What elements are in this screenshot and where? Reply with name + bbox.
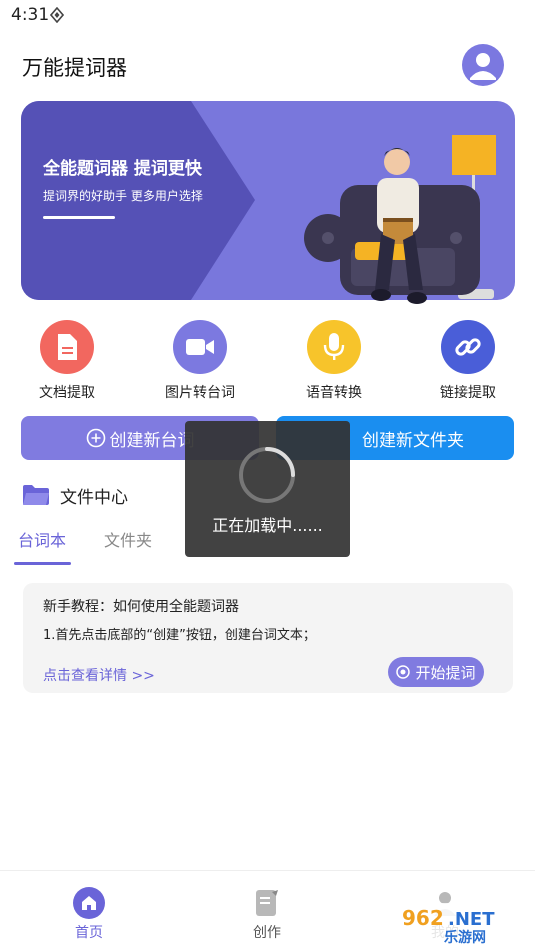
spinner-icon — [239, 447, 295, 503]
home-icon — [72, 886, 106, 920]
banner-subtitle: 提词界的好助手 更多用户选择 — [43, 189, 203, 203]
app-title: 万能提词器 — [22, 56, 127, 80]
microphone-icon — [307, 320, 361, 374]
status-time: 4:31 — [11, 5, 50, 25]
feature-label: 图片转台词 — [165, 385, 235, 401]
active-tab-indicator — [14, 562, 71, 565]
loading-text: 正在加载中...... — [212, 516, 323, 535]
banner-title: 全能题词器 提词更快 — [43, 159, 202, 179]
document-icon — [40, 320, 94, 374]
view-details-link[interactable]: 点击查看详情 >> — [43, 665, 155, 685]
feature-link-extract[interactable]: 链接提取 — [413, 320, 523, 401]
feature-label: 文档提取 — [39, 385, 95, 401]
start-prompter-button[interactable]: 开始提词 — [388, 657, 484, 687]
banner-divider — [43, 216, 115, 219]
video-camera-icon — [173, 320, 227, 374]
file-center-header: 文件中心 — [22, 482, 128, 508]
edit-document-icon — [250, 886, 284, 920]
feature-document-extract[interactable]: 文档提取 — [12, 320, 122, 401]
start-prompter-label: 开始提词 — [415, 663, 476, 682]
feature-label: 链接提取 — [440, 385, 496, 401]
file-center-title: 文件中心 — [60, 487, 128, 508]
nav-create[interactable]: 创作 — [222, 871, 312, 942]
create-script-label: 创建新台词 — [109, 430, 195, 451]
status-bar: 4:31 — [0, 0, 535, 30]
nav-home[interactable]: 首页 — [44, 871, 134, 942]
svg-text:962: 962 — [402, 906, 444, 930]
avatar-button[interactable] — [462, 44, 504, 86]
plus-circle-icon — [86, 428, 105, 448]
location-diamond-icon — [50, 7, 64, 23]
card-title: 新手教程：如何使用全能题词器 — [43, 599, 239, 615]
feature-label: 语音转换 — [306, 385, 362, 401]
loading-dialog: 正在加载中...... — [185, 421, 350, 557]
link-icon — [441, 320, 495, 374]
nav-home-label: 首页 — [75, 925, 103, 941]
svg-text:.NET: .NET — [448, 909, 495, 930]
feature-voice-convert[interactable]: 语音转换 — [279, 320, 389, 401]
folder-icon — [23, 485, 49, 505]
person-on-sofa-illustration — [304, 135, 496, 304]
tab-scripts[interactable]: 台词本 — [18, 527, 66, 551]
watermark-logo: 962 .NET 乐游网 — [398, 903, 533, 946]
tab-folders[interactable]: 文件夹 — [104, 527, 152, 551]
nav-create-label: 创作 — [253, 925, 281, 941]
target-icon — [396, 665, 411, 679]
user-icon — [470, 53, 496, 80]
card-description: 1.首先点击底部的“创建”按钮，创建台词文本； — [43, 628, 316, 643]
tutorial-card[interactable]: 新手教程：如何使用全能题词器 1.首先点击底部的“创建”按钮，创建台词文本； 点… — [23, 583, 513, 693]
svg-text:乐游网: 乐游网 — [444, 929, 486, 946]
feature-image-to-script[interactable]: 图片转台词 — [145, 320, 255, 401]
